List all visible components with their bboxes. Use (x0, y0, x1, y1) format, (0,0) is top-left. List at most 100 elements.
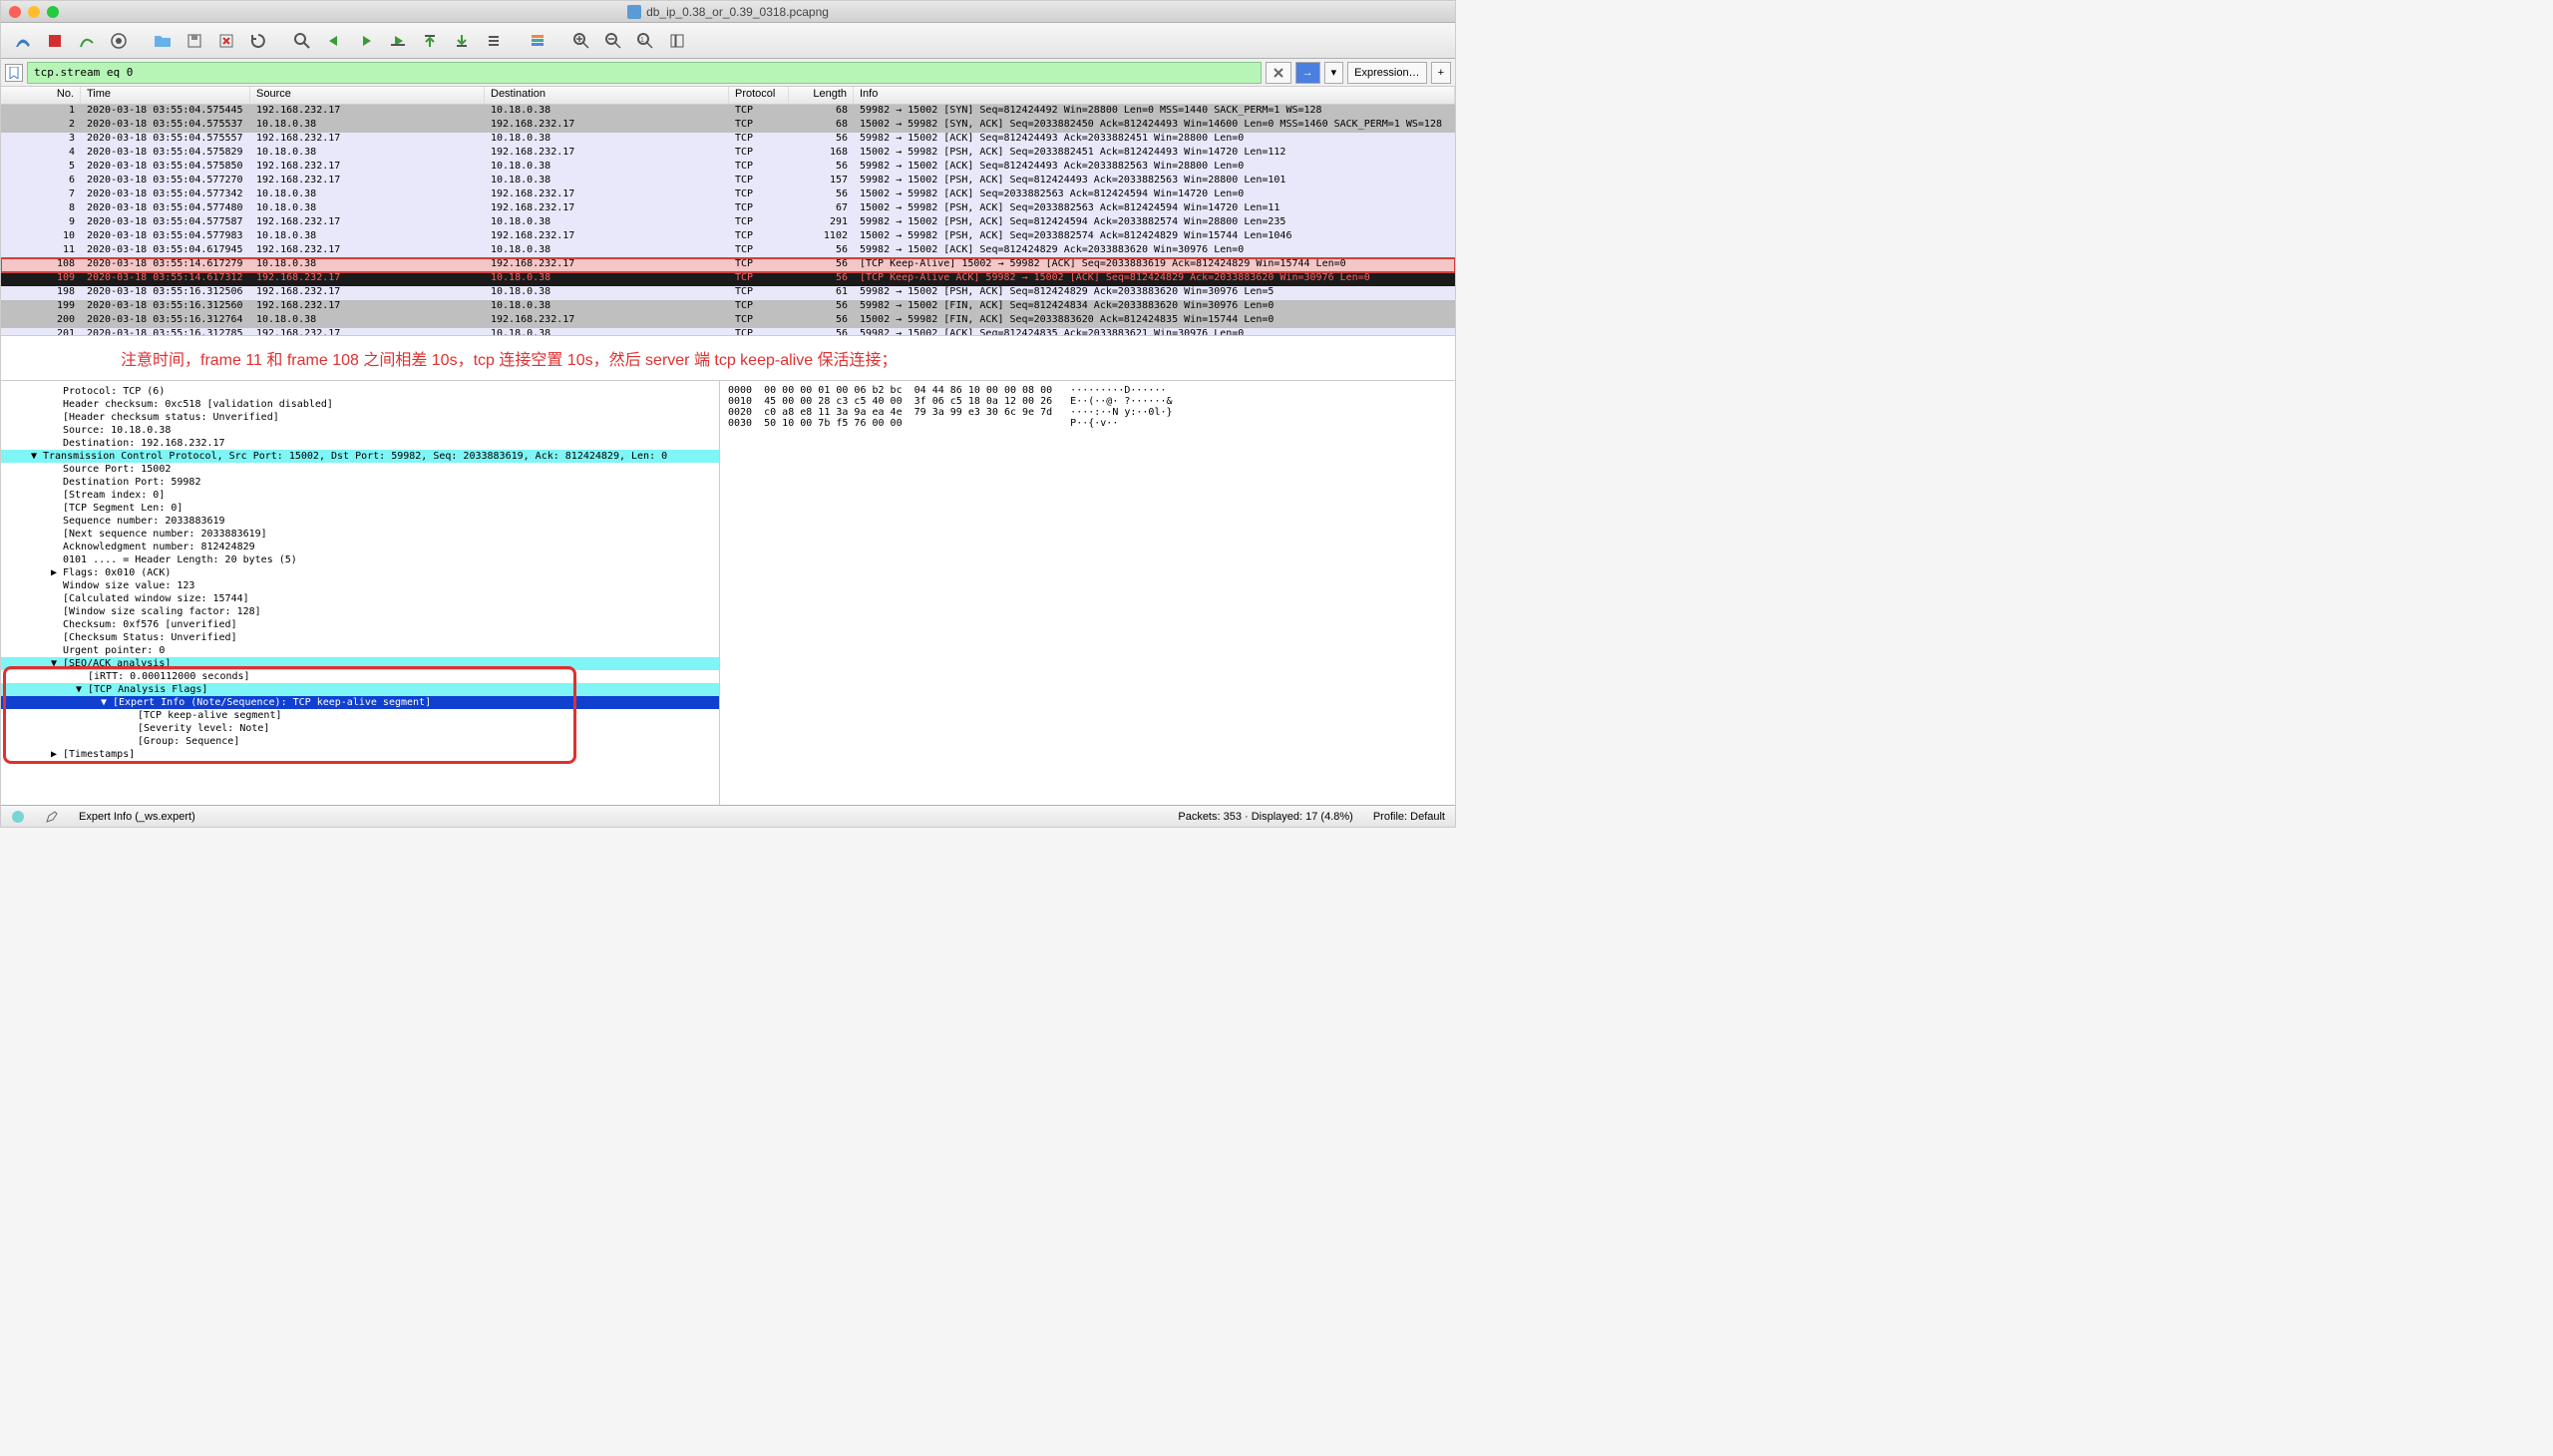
restart-capture-button[interactable] (73, 27, 101, 55)
zoom-in-button[interactable] (567, 27, 595, 55)
col-source[interactable]: Source (250, 87, 485, 104)
packet-row[interactable]: 1092020-03-18 03:55:14.617312192.168.232… (1, 272, 1455, 286)
packet-list-header: No. Time Source Destination Protocol Len… (1, 87, 1455, 105)
packet-row[interactable]: 2002020-03-18 03:55:16.31276410.18.0.381… (1, 314, 1455, 328)
tree-item[interactable]: Destination Port: 59982 (1, 476, 719, 489)
zoom-reset-button[interactable]: 1 (631, 27, 659, 55)
tree-item[interactable]: [Next sequence number: 2033883619] (1, 528, 719, 541)
status-packet-count: Packets: 353 · Displayed: 17 (4.8%) (1178, 811, 1352, 823)
packet-row[interactable]: 1992020-03-18 03:55:16.312560192.168.232… (1, 300, 1455, 314)
tree-item[interactable]: Window size value: 123 (1, 579, 719, 592)
auto-scroll-button[interactable] (480, 27, 508, 55)
filter-bookmark-button[interactable] (5, 64, 23, 82)
status-expert-info: Expert Info (_ws.expert) (79, 811, 195, 823)
go-first-button[interactable] (416, 27, 444, 55)
packet-list[interactable]: No. Time Source Destination Protocol Len… (1, 87, 1455, 336)
tree-item[interactable]: Protocol: TCP (6) (1, 385, 719, 398)
col-info[interactable]: Info (854, 87, 1455, 104)
packet-row[interactable]: 52020-03-18 03:55:04.575850192.168.232.1… (1, 161, 1455, 175)
packet-row[interactable]: 1982020-03-18 03:55:16.312506192.168.232… (1, 286, 1455, 300)
resize-columns-button[interactable] (663, 27, 691, 55)
tree-item[interactable]: [iRTT: 0.000112000 seconds] (1, 670, 719, 683)
tree-item[interactable]: Urgent pointer: 0 (1, 644, 719, 657)
find-packet-button[interactable] (288, 27, 316, 55)
tree-item[interactable]: ▶Flags: 0x010 (ACK) (1, 566, 719, 579)
details-area: Protocol: TCP (6)Header checksum: 0xc518… (1, 380, 1455, 805)
col-no[interactable]: No. (1, 87, 81, 104)
col-protocol[interactable]: Protocol (729, 87, 789, 104)
go-last-button[interactable] (448, 27, 476, 55)
tree-item[interactable]: [Checksum Status: Unverified] (1, 631, 719, 644)
packet-row[interactable]: 102020-03-18 03:55:04.57798310.18.0.3819… (1, 230, 1455, 244)
tree-item[interactable]: Acknowledgment number: 812424829 (1, 541, 719, 553)
tree-item[interactable]: [Header checksum status: Unverified] (1, 411, 719, 424)
open-file-button[interactable] (149, 27, 177, 55)
packet-bytes-pane[interactable]: 0000 00 00 00 01 00 06 b2 bc 04 44 86 10… (719, 381, 1455, 805)
tree-item[interactable]: ▼[TCP Analysis Flags] (1, 683, 719, 696)
display-filter-input[interactable]: tcp.stream eq 0 (27, 62, 1262, 84)
close-window-button[interactable] (9, 6, 21, 18)
expert-indicator-icon[interactable] (11, 810, 25, 824)
zoom-window-button[interactable] (47, 6, 59, 18)
tree-item[interactable]: [Window size scaling factor: 128] (1, 605, 719, 618)
packet-row[interactable]: 82020-03-18 03:55:04.57748010.18.0.38192… (1, 202, 1455, 216)
status-profile[interactable]: Profile: Default (1373, 811, 1445, 823)
tree-item[interactable]: Destination: 192.168.232.17 (1, 437, 719, 450)
colorize-button[interactable] (524, 27, 551, 55)
packet-details-tree[interactable]: Protocol: TCP (6)Header checksum: 0xc518… (1, 381, 719, 805)
packet-row[interactable]: 92020-03-18 03:55:04.577587192.168.232.1… (1, 216, 1455, 230)
packet-row[interactable]: 22020-03-18 03:55:04.57553710.18.0.38192… (1, 119, 1455, 133)
tree-item[interactable]: Source: 10.18.0.38 (1, 424, 719, 437)
save-file-button[interactable] (181, 27, 208, 55)
filter-history-button[interactable]: ▾ (1324, 62, 1344, 84)
tree-item[interactable]: Sequence number: 2033883619 (1, 515, 719, 528)
packet-row[interactable]: 42020-03-18 03:55:04.57582910.18.0.38192… (1, 147, 1455, 161)
add-filter-button[interactable]: + (1431, 62, 1451, 84)
hex-line[interactable]: 0000 00 00 00 01 00 06 b2 bc 04 44 86 10… (728, 385, 1447, 396)
edit-icon[interactable] (45, 810, 59, 824)
tree-item[interactable]: Source Port: 15002 (1, 463, 719, 476)
tree-item[interactable]: 0101 .... = Header Length: 20 bytes (5) (1, 553, 719, 566)
shark-fin-icon[interactable] (9, 27, 37, 55)
tree-item[interactable]: ▶[Timestamps] (1, 748, 719, 761)
tree-item[interactable]: [Calculated window size: 15744] (1, 592, 719, 605)
packet-row[interactable]: 12020-03-18 03:55:04.575445192.168.232.1… (1, 105, 1455, 119)
status-bar: Expert Info (_ws.expert) Packets: 353 · … (1, 805, 1455, 827)
hex-line[interactable]: 0030 50 10 00 7b f5 76 00 00 P··{·v·· (728, 418, 1447, 429)
tree-item[interactable]: [Stream index: 0] (1, 489, 719, 502)
tree-item[interactable]: [Group: Sequence] (1, 735, 719, 748)
packet-row[interactable]: 72020-03-18 03:55:04.57734210.18.0.38192… (1, 188, 1455, 202)
tree-item[interactable]: [Severity level: Note] (1, 722, 719, 735)
hex-line[interactable]: 0010 45 00 00 28 c3 c5 40 00 3f 06 c5 18… (728, 396, 1447, 407)
go-forward-button[interactable] (352, 27, 380, 55)
tree-item[interactable]: [TCP Segment Len: 0] (1, 502, 719, 515)
stop-capture-button[interactable] (41, 27, 69, 55)
zoom-out-button[interactable] (599, 27, 627, 55)
packet-row[interactable]: 112020-03-18 03:55:04.617945192.168.232.… (1, 244, 1455, 258)
packet-row[interactable]: 1082020-03-18 03:55:14.61727910.18.0.381… (1, 258, 1455, 272)
tree-item[interactable]: ▼[SEQ/ACK analysis] (1, 657, 719, 670)
capture-options-button[interactable] (105, 27, 133, 55)
file-icon (627, 5, 641, 19)
tree-item[interactable]: [TCP keep-alive segment] (1, 709, 719, 722)
tree-item[interactable]: ▼Transmission Control Protocol, Src Port… (1, 450, 719, 463)
tree-item[interactable]: ▼[Expert Info (Note/Sequence): TCP keep-… (1, 696, 719, 709)
tree-item[interactable]: Checksum: 0xf576 [unverified] (1, 618, 719, 631)
svg-text:1: 1 (640, 37, 644, 44)
packet-row[interactable]: 2012020-03-18 03:55:16.312785192.168.232… (1, 328, 1455, 336)
packet-row[interactable]: 32020-03-18 03:55:04.575557192.168.232.1… (1, 133, 1455, 147)
go-to-packet-button[interactable] (384, 27, 412, 55)
col-destination[interactable]: Destination (485, 87, 729, 104)
expression-button[interactable]: Expression… (1347, 62, 1426, 84)
clear-filter-button[interactable] (1266, 62, 1291, 84)
go-back-button[interactable] (320, 27, 348, 55)
apply-filter-button[interactable]: → (1295, 62, 1320, 84)
packet-row[interactable]: 62020-03-18 03:55:04.577270192.168.232.1… (1, 175, 1455, 188)
minimize-window-button[interactable] (28, 6, 40, 18)
col-length[interactable]: Length (789, 87, 854, 104)
close-file-button[interactable] (212, 27, 240, 55)
hex-line[interactable]: 0020 c0 a8 e8 11 3a 9a ea 4e 79 3a 99 e3… (728, 407, 1447, 418)
reload-button[interactable] (244, 27, 272, 55)
col-time[interactable]: Time (81, 87, 250, 104)
tree-item[interactable]: Header checksum: 0xc518 [validation disa… (1, 398, 719, 411)
